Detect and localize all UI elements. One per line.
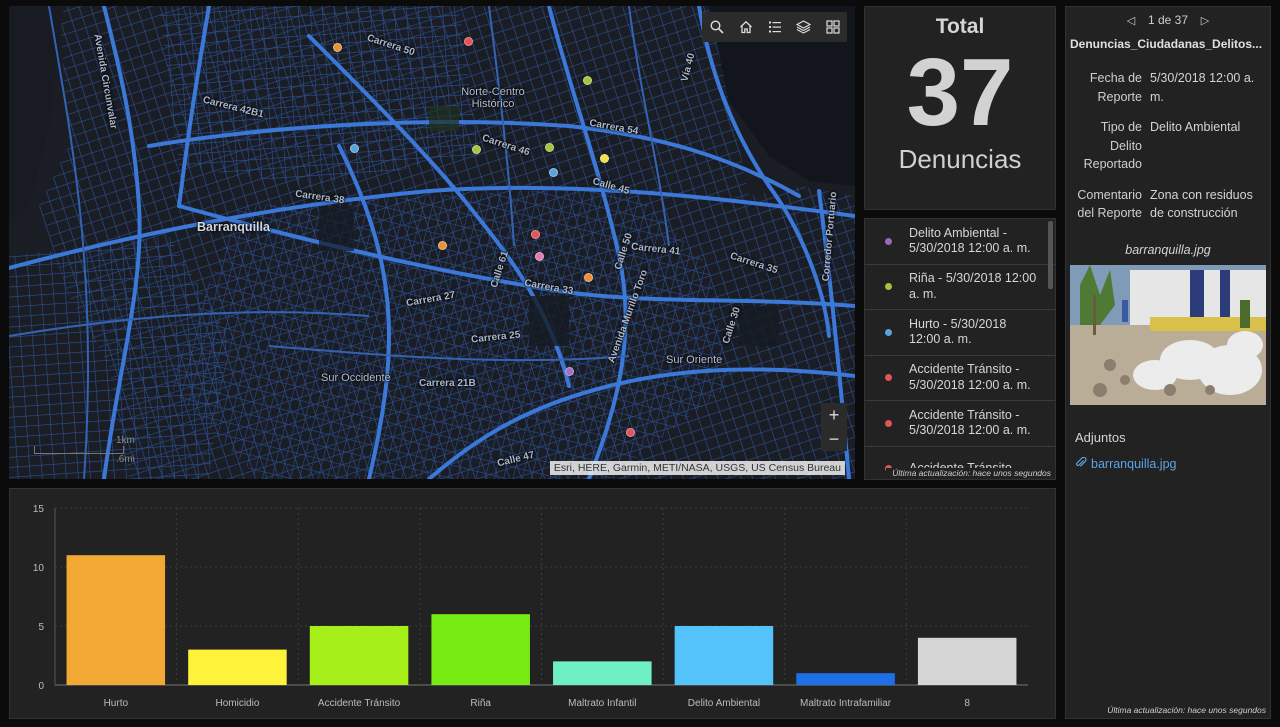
bar [188, 649, 287, 685]
bar [431, 614, 530, 685]
incident-point[interactable] [464, 37, 473, 46]
incident-point[interactable] [535, 252, 544, 261]
x-tick-label: Maltrato Intrafamiliar [800, 698, 892, 709]
zoom-control: + − [821, 403, 847, 451]
field-tipo: Tipo de Delito Reportado Delito Ambienta… [1066, 118, 1270, 174]
indicator-unit: Denuncias [898, 144, 1022, 174]
y-tick-label: 0 [38, 681, 44, 692]
bar [796, 673, 895, 685]
pager-text: 1 de 37 [1147, 13, 1189, 27]
incident-point[interactable] [549, 168, 558, 177]
x-tick-label: 8 [964, 698, 970, 709]
home-icon[interactable] [731, 12, 760, 42]
incident-point[interactable] [545, 143, 554, 152]
map-toolbar [702, 12, 847, 42]
category-dot-icon [885, 328, 892, 336]
x-tick-label: Delito Ambiental [688, 698, 760, 709]
incident-point[interactable] [350, 144, 359, 153]
attachment-name: barranquilla.jpg [1091, 457, 1177, 471]
attachments-heading: Adjuntos [1075, 429, 1126, 445]
list-item-text: Accidente Tránsito - 5/30/2018 12:00 a. … [909, 407, 1031, 438]
field-label: Comentario del Reporte [1077, 187, 1142, 221]
incident-point[interactable] [531, 230, 540, 239]
list-item[interactable]: Accidente Tránsito - 5/30/2018 12:00 a. … [865, 401, 1055, 447]
basemap-gallery-icon[interactable] [818, 12, 847, 42]
list-item[interactable]: Accidente Tránsito - 5/30/2018 12:00 a. … [865, 356, 1055, 401]
incident-point[interactable] [626, 428, 635, 437]
scale-bar: 1km .6mi [34, 435, 135, 465]
paperclip-icon [1075, 456, 1087, 472]
list-item[interactable]: Riña - 5/30/2018 12:00 a. m. [865, 265, 1055, 310]
bar [674, 626, 774, 685]
x-tick-label: Hurto [104, 698, 129, 709]
list-item-text: Hurto - 5/30/2018 12:00 a. m. [909, 316, 1007, 347]
field-fecha: Fecha de Reporte 5/30/2018 12:00 a. m. [1066, 69, 1270, 106]
category-bar-chart: 0 5 10 15 Hurto Homicidio Accidente Tránsito Ri… [9, 488, 1056, 719]
map-basemap [9, 6, 855, 479]
zoom-out-button[interactable]: − [821, 427, 847, 451]
details-title: Denuncias_Ciudadanas_Delitos... [1070, 37, 1263, 51]
incident-point[interactable] [472, 145, 481, 154]
incident-point[interactable] [583, 76, 592, 85]
list-item-text: Delito Ambiental - 5/30/2018 12:00 a. m. [909, 225, 1031, 256]
details-panel: ◁ 1 de 37 ▷ Denuncias_Ciudadanas_Delitos… [1065, 6, 1271, 719]
field-value: 5/30/2018 12:00 a. m. [1150, 71, 1255, 104]
field-comentario: Comentario del Reporte Zona con residuos… [1066, 186, 1270, 223]
y-tick-label: 5 [38, 622, 44, 633]
list-scrollbar[interactable] [1048, 221, 1053, 289]
y-tick-label: 15 [33, 504, 45, 515]
incident-point[interactable] [438, 241, 447, 250]
bar [309, 626, 409, 685]
indicator-value: 37 [906, 39, 1014, 146]
report-photo[interactable] [1070, 264, 1266, 405]
field-label: Tipo de Delito Reportado [1083, 120, 1142, 171]
field-label: Fecha de Reporte [1089, 71, 1142, 104]
next-icon[interactable]: ▷ [1198, 14, 1212, 27]
zoom-in-button[interactable]: + [821, 403, 847, 427]
bar [917, 637, 1017, 685]
image-caption: barranquilla.jpg [1125, 242, 1211, 257]
incident-point[interactable] [584, 273, 593, 282]
x-tick-label: Accidente Tránsito [318, 698, 401, 709]
legend-icon[interactable] [760, 12, 789, 42]
field-value: Zona con residuos de construcción [1150, 187, 1253, 221]
layers-icon[interactable] [789, 12, 818, 42]
details-updated-text: Última actualización: hace unos segundos [1107, 705, 1266, 715]
x-tick-label: Homicidio [215, 698, 259, 709]
x-tick-label: Riña [470, 698, 491, 709]
list-item-text: Accidente Tránsito - 5/30/2018 12:00 a. … [909, 362, 1031, 392]
y-tick-label: 10 [33, 563, 45, 574]
search-icon[interactable] [702, 12, 731, 42]
incident-point[interactable] [333, 43, 342, 52]
bar [66, 555, 166, 685]
list-item-text: Riña - 5/30/2018 12:00 a. m. [909, 271, 1037, 301]
incident-point[interactable] [600, 154, 609, 163]
indicator-title: Total [935, 15, 985, 38]
list-updated-text: Última actualización: hace unos segundos [886, 468, 1051, 478]
incident-list: Delito Ambiental - 5/30/2018 12:00 a. m.… [864, 218, 1056, 480]
total-indicator: Total 37 Denuncias [864, 6, 1056, 210]
incident-point[interactable] [565, 367, 574, 376]
list-item[interactable]: Hurto - 5/30/2018 12:00 a. m. [865, 310, 1055, 356]
previous-icon[interactable]: ◁ [1124, 14, 1138, 27]
map-attribution[interactable]: Esri, HERE, Garmin, METI/NASA, USGS, US … [549, 461, 845, 475]
bar-chart-svg: 0 5 10 15 Hurto Homicidio Accidente Tránsito Ri… [33, 504, 1028, 709]
field-value: Delito Ambiental [1150, 120, 1241, 134]
category-dot-icon [885, 283, 892, 291]
scale-mi: .6mi [116, 454, 135, 465]
pager: ◁ 1 de 37 ▷ [1066, 13, 1270, 27]
map-view[interactable]: Barranquilla Norte-Centro Histórico Sur … [9, 6, 855, 479]
x-tick-label: Maltrato Infantil [568, 698, 636, 709]
category-dot-icon [885, 237, 892, 245]
bar [553, 661, 652, 685]
category-dot-icon [885, 419, 892, 427]
list-item[interactable]: Delito Ambiental - 5/30/2018 12:00 a. m. [865, 219, 1055, 265]
attachment-link[interactable]: barranquilla.jpg [1075, 456, 1270, 472]
category-dot-icon [885, 374, 892, 382]
scale-km: 1km [116, 435, 135, 446]
